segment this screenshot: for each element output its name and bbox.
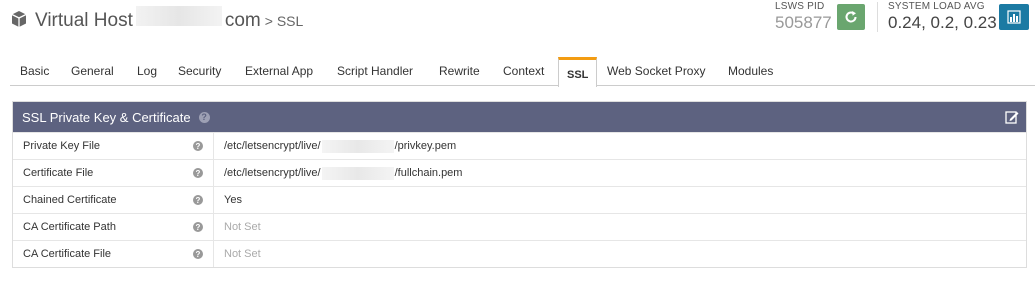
edit-icon[interactable] xyxy=(1005,110,1019,124)
row-label-text: CA Certificate File xyxy=(23,248,112,260)
row-label-text: Chained Certificate xyxy=(23,194,117,206)
tab-bar: Basic General Log Security External App … xyxy=(10,57,1035,87)
help-icon[interactable]: ? xyxy=(193,222,203,232)
pid-label: LSWS PID xyxy=(775,1,825,12)
table-row: Certificate File ? /etc/letsencrypt/live… xyxy=(13,159,1026,186)
header-divider xyxy=(877,2,878,32)
help-icon[interactable]: ? xyxy=(193,168,203,178)
tab-modules[interactable]: Modules xyxy=(728,64,773,78)
load-display: SYSTEM LOAD AVG 0.24, 0.2, 0.23 xyxy=(888,1,997,33)
title-domain-suffix: com xyxy=(224,10,261,31)
row-label-text: Private Key File xyxy=(23,140,101,152)
page-title: Virtual Host com > SSL xyxy=(10,6,303,32)
table-row: Chained Certificate ? Yes xyxy=(13,186,1026,213)
tab-rewrite[interactable]: Rewrite xyxy=(439,64,480,78)
breadcrumb: > SSL xyxy=(264,13,304,29)
stats-button[interactable] xyxy=(999,4,1029,30)
row-label: Private Key File ? xyxy=(13,133,214,159)
tab-ssl[interactable]: SSL xyxy=(558,57,598,87)
help-icon[interactable]: ? xyxy=(193,195,203,205)
path-suffix: /fullchain.pem xyxy=(394,167,463,179)
table-row: CA Certificate Path ? Not Set xyxy=(13,213,1026,240)
load-label: SYSTEM LOAD AVG xyxy=(888,1,985,12)
row-value: Not Set xyxy=(224,221,261,233)
table-row: Private Key File ? /etc/letsencrypt/live… xyxy=(13,132,1026,159)
redacted-domain xyxy=(135,6,222,26)
redacted-domain xyxy=(321,139,394,153)
row-label-text: CA Certificate Path xyxy=(23,221,116,233)
tab-log[interactable]: Log xyxy=(137,64,157,78)
path-prefix: /etc/letsencrypt/live/ xyxy=(224,167,321,179)
bar-chart-icon xyxy=(1007,10,1021,24)
row-value: Not Set xyxy=(224,248,261,260)
row-value: /etc/letsencrypt/live/ /fullchain.pem xyxy=(214,160,1026,186)
panel-header: SSL Private Key & Certificate ? xyxy=(13,102,1026,132)
row-label: CA Certificate File ? xyxy=(13,241,214,267)
help-icon[interactable]: ? xyxy=(198,111,210,123)
path-suffix: /privkey.pem xyxy=(394,140,457,152)
row-label: Chained Certificate ? xyxy=(13,187,214,213)
row-label: Certificate File ? xyxy=(13,160,214,186)
tab-security[interactable]: Security xyxy=(178,64,221,78)
path-prefix: /etc/letsencrypt/live/ xyxy=(224,140,321,152)
row-label: CA Certificate Path ? xyxy=(13,214,214,240)
tab-basic[interactable]: Basic xyxy=(20,64,49,78)
pid-display: LSWS PID 505877 xyxy=(775,1,832,33)
refresh-icon xyxy=(845,11,857,23)
cube-icon xyxy=(11,11,27,27)
help-icon[interactable]: ? xyxy=(193,249,203,259)
title-text: Virtual Host xyxy=(35,10,133,31)
tab-script-handler[interactable]: Script Handler xyxy=(337,64,413,78)
tab-external-app[interactable]: External App xyxy=(245,64,313,78)
pid-value: 505877 xyxy=(775,13,832,32)
help-icon[interactable]: ? xyxy=(193,141,203,151)
row-value: /etc/letsencrypt/live/ /privkey.pem xyxy=(214,133,1026,159)
table-row: CA Certificate File ? Not Set xyxy=(13,240,1026,267)
page-header: Virtual Host com > SSL LSWS PID 505877 S… xyxy=(0,0,1035,40)
ssl-key-cert-panel: SSL Private Key & Certificate ? Private … xyxy=(12,101,1027,268)
tab-general[interactable]: General xyxy=(71,64,114,78)
load-value: 0.24, 0.2, 0.23 xyxy=(888,13,997,32)
panel-title: SSL Private Key & Certificate xyxy=(22,109,191,125)
row-value: Yes xyxy=(224,194,242,206)
redacted-domain xyxy=(321,166,394,180)
restart-button[interactable] xyxy=(837,4,865,30)
tab-web-socket-proxy[interactable]: Web Socket Proxy xyxy=(607,64,705,78)
tab-context[interactable]: Context xyxy=(503,64,544,78)
row-label-text: Certificate File xyxy=(23,167,94,179)
